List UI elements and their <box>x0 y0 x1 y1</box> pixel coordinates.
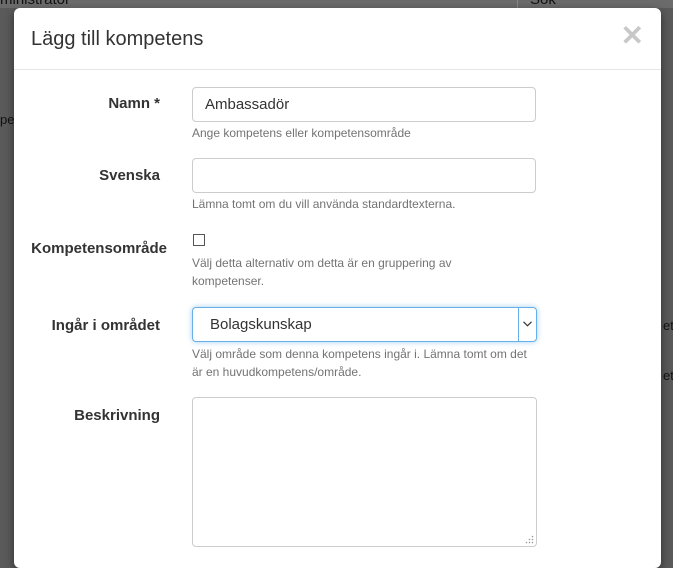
competence-area-label: Kompetensområde <box>31 240 167 257</box>
dialog-header: Lägg till kompetens ✕ <box>14 8 661 70</box>
description-label: Beskrivning <box>74 407 160 424</box>
parent-area-help: Välj område som denna kompetens ingår i.… <box>192 347 527 379</box>
dialog-title: Lägg till kompetens <box>31 28 204 50</box>
swedish-label: Svenska <box>99 167 160 184</box>
swedish-input[interactable] <box>192 158 536 193</box>
name-label: Namn * <box>108 95 160 112</box>
background-search-text: Sök <box>530 0 556 8</box>
close-icon[interactable]: ✕ <box>621 22 644 50</box>
background-menu-text: ministratör <box>0 0 70 8</box>
description-textarea[interactable] <box>192 397 537 547</box>
background-top-bar <box>0 0 673 8</box>
swedish-help: Lämna tomt om du vill använda standardte… <box>192 197 456 211</box>
background-edge-text: pe <box>0 112 15 127</box>
parent-area-label: Ingår i området <box>51 317 160 334</box>
background-edge-text: ete <box>663 368 673 383</box>
add-competence-dialog: Lägg till kompetens ✕ Namn * Ange kompet… <box>14 8 661 568</box>
background-divider <box>517 0 518 8</box>
competence-area-help: Välj detta alternativ om detta är en gru… <box>192 256 452 288</box>
resize-handle-icon[interactable] <box>525 535 534 544</box>
name-help: Ange kompetens eller kompetensområde <box>192 126 411 140</box>
competence-area-checkbox[interactable] <box>193 234 205 246</box>
chevron-down-icon[interactable] <box>518 308 536 341</box>
name-input[interactable] <box>192 87 536 122</box>
background-edge-text: ete <box>663 318 673 333</box>
parent-area-selected-value: Bolagskunskap <box>210 316 312 333</box>
parent-area-select[interactable]: Bolagskunskap <box>192 307 537 342</box>
